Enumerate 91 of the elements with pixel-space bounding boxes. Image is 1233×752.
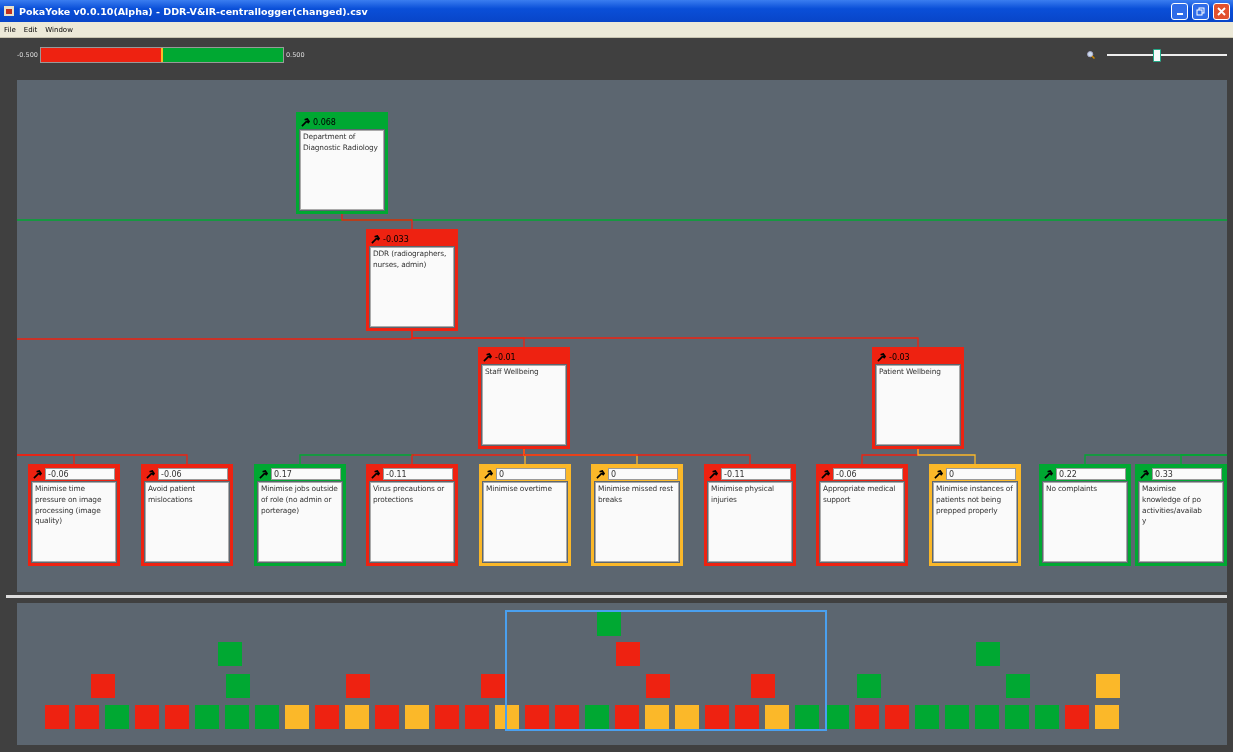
overview-node[interactable] (375, 705, 399, 729)
overview-node[interactable] (975, 705, 999, 729)
hammer-icon (259, 469, 268, 479)
overview-node[interactable] (765, 705, 789, 729)
overview-node[interactable] (1035, 705, 1059, 729)
hammer-icon (301, 117, 310, 127)
app-icon (3, 5, 15, 17)
overview-node[interactable] (405, 705, 429, 729)
overview-node[interactable] (915, 705, 939, 729)
overview-node[interactable] (225, 705, 249, 729)
overview-node[interactable] (226, 674, 250, 698)
overview-node[interactable] (255, 705, 279, 729)
value-field[interactable]: 0 (946, 468, 1016, 480)
overview-node[interactable] (615, 705, 639, 729)
overview-node[interactable] (675, 705, 699, 729)
overview-node[interactable] (105, 705, 129, 729)
overview-node[interactable] (91, 674, 115, 698)
overview-node[interactable] (885, 705, 909, 729)
node-value: -0.01 (495, 352, 516, 362)
overview-node[interactable] (135, 705, 159, 729)
zoom-slider[interactable] (1107, 48, 1227, 62)
restore-button[interactable] (1192, 2, 1209, 20)
overview-node[interactable] (45, 705, 69, 729)
overview-node[interactable] (481, 674, 505, 698)
overview-node[interactable] (1005, 705, 1029, 729)
overview-node[interactable] (1006, 674, 1030, 698)
overview-node[interactable] (1095, 705, 1119, 729)
node-value: -0.033 (383, 234, 409, 244)
overview-node[interactable] (705, 705, 729, 729)
overview-node[interactable] (1065, 705, 1089, 729)
node-value: -0.03 (889, 352, 910, 362)
overview-node[interactable] (75, 705, 99, 729)
hammer-icon (1140, 469, 1149, 479)
overview-node[interactable] (218, 642, 242, 666)
overview-node[interactable] (346, 674, 370, 698)
overview-node[interactable] (855, 705, 879, 729)
overview-node[interactable] (195, 705, 219, 729)
viewport-frame[interactable] (505, 610, 827, 731)
overview-node[interactable] (597, 612, 621, 636)
value-field[interactable]: 0 (496, 468, 566, 480)
value-field[interactable]: -0.06 (833, 468, 903, 480)
hammer-icon (821, 469, 830, 479)
hammer-icon (1044, 469, 1053, 479)
overview-node[interactable] (751, 674, 775, 698)
hammer-icon (371, 469, 380, 479)
overview-node[interactable] (165, 705, 189, 729)
hammer-icon (146, 469, 155, 479)
overview-node[interactable] (585, 705, 609, 729)
value-field[interactable]: 0 (608, 468, 678, 480)
hammer-icon (484, 469, 493, 479)
overview-node[interactable] (857, 674, 881, 698)
minimize-button[interactable] (1171, 2, 1188, 20)
hammer-icon (934, 469, 943, 479)
restore-icon (1196, 6, 1205, 16)
node-value: 0.068 (313, 117, 336, 127)
value-field[interactable]: 0.33 (1152, 468, 1222, 480)
value-field[interactable]: 0.22 (1056, 468, 1126, 480)
window-title: PokaYoke v0.0.10(Alpha) - DDR-V&IR-centrallogger(changed).csv (19, 5, 369, 17)
overview-node[interactable] (315, 705, 339, 729)
value-field[interactable]: -0.06 (158, 468, 228, 480)
overview-node[interactable] (285, 705, 309, 729)
overview-node[interactable] (795, 705, 819, 729)
close-button[interactable] (1213, 2, 1230, 20)
overview-node[interactable] (646, 674, 670, 698)
minimize-icon (1176, 13, 1183, 15)
overview-node[interactable] (616, 642, 640, 666)
hammer-icon (596, 469, 605, 479)
value-field[interactable]: 0.17 (271, 468, 341, 480)
overview-node[interactable] (645, 705, 669, 729)
hammer-icon (33, 469, 42, 479)
zoom-icon (1087, 51, 1095, 59)
hammer-icon (371, 234, 380, 244)
overview-node[interactable] (435, 705, 459, 729)
overview-node[interactable] (495, 705, 519, 729)
overview-node[interactable] (345, 705, 369, 729)
value-field[interactable]: -0.11 (383, 468, 453, 480)
value-field[interactable]: -0.06 (45, 468, 115, 480)
overview-node[interactable] (555, 705, 579, 729)
value-field[interactable]: -0.11 (721, 468, 791, 480)
hammer-icon (709, 469, 718, 479)
hammer-icon (877, 352, 886, 362)
overview-node[interactable] (1096, 674, 1120, 698)
hammer-icon (483, 352, 492, 362)
close-icon (1217, 6, 1226, 16)
overview-node[interactable] (825, 705, 849, 729)
overview-node[interactable] (525, 705, 549, 729)
overview-node[interactable] (465, 705, 489, 729)
overview-node[interactable] (735, 705, 759, 729)
overview-node[interactable] (976, 642, 1000, 666)
overview-node[interactable] (945, 705, 969, 729)
connector-line (917, 448, 976, 465)
